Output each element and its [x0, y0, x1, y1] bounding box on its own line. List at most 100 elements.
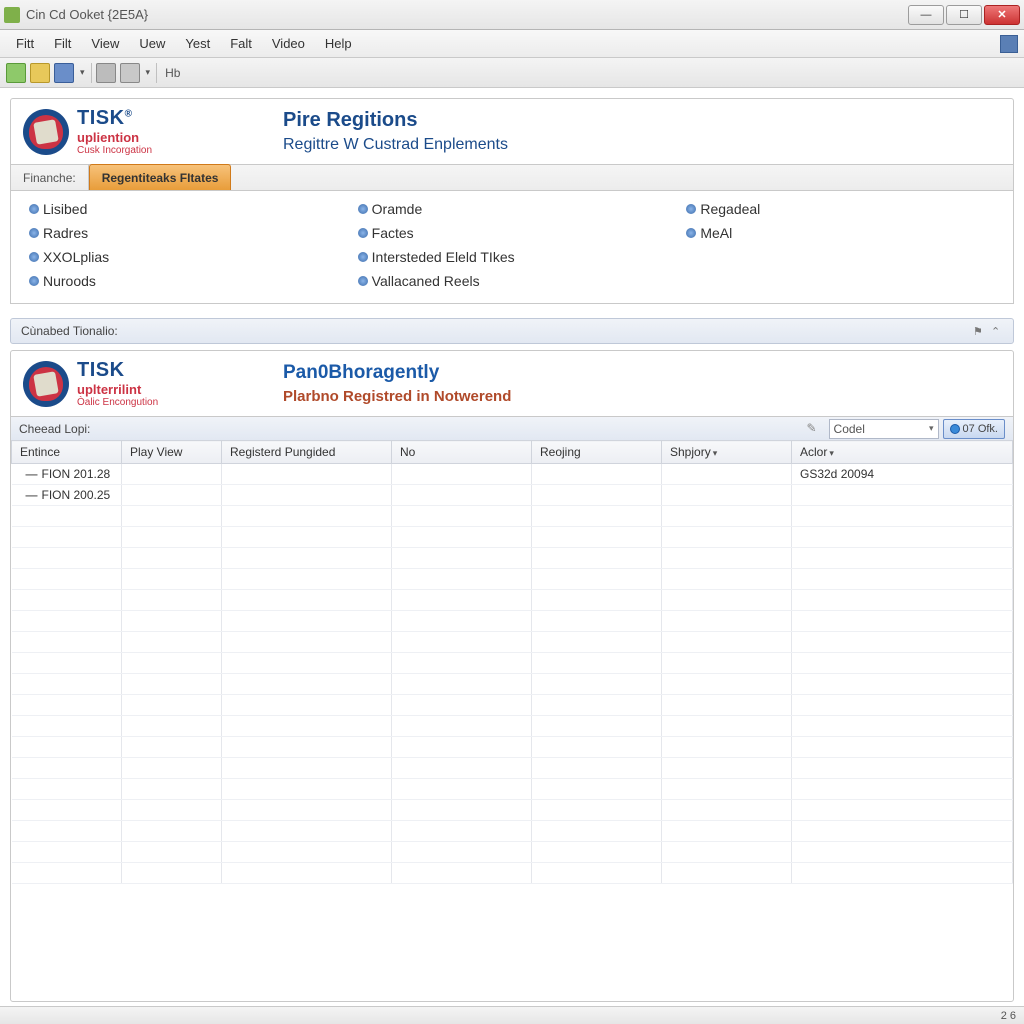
menu-yest[interactable]: Yest	[175, 32, 220, 55]
home-icon[interactable]	[6, 63, 26, 83]
menu-help[interactable]: Help	[315, 32, 362, 55]
col-reojing[interactable]: Reojing	[532, 441, 662, 464]
table-row-empty	[12, 716, 1013, 737]
link-label: Vallacaned Reels	[372, 273, 480, 289]
separator	[156, 63, 157, 83]
link-regadeal[interactable]: Regadeal	[686, 201, 995, 217]
bullet-icon	[358, 276, 368, 286]
link-xxolplias[interactable]: XXOLplias	[29, 249, 338, 265]
link-label: Radres	[43, 225, 88, 241]
table-header-row: Entince Play View Registerd Pungided No …	[12, 441, 1013, 464]
codel-dropdown[interactable]: Codel ▾	[829, 419, 939, 439]
brand-tagline: Òalic Encongution	[77, 397, 158, 408]
link-nuroods[interactable]: Nuroods	[29, 273, 338, 289]
bullet-icon	[686, 204, 696, 214]
info-icon	[950, 424, 960, 434]
close-button[interactable]: ✕	[984, 5, 1020, 25]
app-icon	[4, 7, 20, 23]
menu-filt[interactable]: Filt	[44, 32, 81, 55]
col-shpjory[interactable]: Shpjory▾	[662, 441, 792, 464]
col-play-view[interactable]: Play View	[122, 441, 222, 464]
panel-title: Pire Regitions	[283, 109, 1001, 132]
link-intersteded[interactable]: Intersteded Eleld TIkes	[358, 249, 667, 265]
bullet-icon	[686, 228, 696, 238]
bullet-icon	[358, 204, 368, 214]
link-oramde[interactable]: Oramde	[358, 201, 667, 217]
bullet-icon	[29, 276, 39, 286]
logo-block: TISK® upliention Cusk Incorgation	[23, 107, 273, 156]
menu-view[interactable]: View	[81, 32, 129, 55]
bullet-icon	[29, 252, 39, 262]
refresh-icon[interactable]	[120, 63, 140, 83]
tabs-row: Finanche: Regentiteaks FItates	[11, 164, 1013, 190]
link-meal[interactable]: MeAl	[686, 225, 995, 241]
logo-icon	[23, 109, 69, 155]
tree-toggle-icon[interactable]: —	[26, 467, 38, 481]
dropdown-arrow-icon[interactable]: ▾	[78, 67, 87, 78]
table-row[interactable]: —FION 201.28GS32d 20094	[12, 464, 1013, 485]
table-row-empty	[12, 527, 1013, 548]
link-lisibed[interactable]: Lisibed	[29, 201, 338, 217]
status-text: 2 6	[1001, 1010, 1016, 1022]
maximize-button[interactable]: ☐	[946, 5, 982, 25]
toolbar: ▾ ▾ Hb	[0, 58, 1024, 88]
bullet-icon	[358, 228, 368, 238]
col-label: Shpjory	[670, 445, 711, 459]
minimize-button[interactable]: —	[908, 5, 944, 25]
help-panel-icon[interactable]	[1000, 35, 1018, 53]
flag-icon[interactable]: ⚑	[973, 325, 985, 337]
menu-video[interactable]: Video	[262, 32, 315, 55]
upper-panel: TISK® upliention Cusk Incorgation Pire R…	[10, 98, 1014, 191]
info-button[interactable]: 07 Ofk.	[943, 419, 1005, 439]
toolbar-hb-label[interactable]: Hb	[161, 66, 184, 80]
tab-finanche[interactable]: Finanche:	[11, 165, 89, 190]
info-button-label: 07 Ofk.	[963, 423, 998, 435]
col-aclor[interactable]: Aclor▾	[792, 441, 1013, 464]
menu-fitt[interactable]: Fitt	[6, 32, 44, 55]
database-icon[interactable]	[54, 63, 74, 83]
brand-tagline: Cusk Incorgation	[77, 145, 152, 156]
links-col-3: Regadeal MeAl	[686, 201, 995, 289]
section-bar-label: Cùnabed Tionalio:	[21, 324, 118, 338]
brand-name: TISK	[77, 359, 158, 382]
table-row-empty	[12, 632, 1013, 653]
link-radres[interactable]: Radres	[29, 225, 338, 241]
table-row-empty	[12, 695, 1013, 716]
statusbar: 2 6	[0, 1006, 1024, 1024]
lower-panel-header: TISK uplterrilint Òalic Encongution Pan0…	[11, 351, 1013, 416]
menu-falt[interactable]: Falt	[220, 32, 262, 55]
panel-titles: Pan0Bhoragently Plarbno Registred in Not…	[273, 362, 1001, 405]
window-title: Cin Cd Ooket {2E5A}	[26, 7, 908, 22]
settings-icon[interactable]	[96, 63, 116, 83]
brand-name: TISK	[77, 107, 125, 129]
col-registerd[interactable]: Registerd Pungided	[222, 441, 392, 464]
edit-icon[interactable]: ✎	[807, 421, 823, 437]
bullet-icon	[29, 204, 39, 214]
link-label: Regadeal	[700, 201, 760, 217]
codel-placeholder: Codel	[834, 422, 865, 436]
tree-toggle-icon[interactable]: —	[26, 488, 38, 502]
app-window: Cin Cd Ooket {2E5A} — ☐ ✕ Fitt Filt View…	[0, 0, 1024, 1024]
link-label: XXOLplias	[43, 249, 109, 265]
section-bar[interactable]: Cùnabed Tionalio: ⚑ ⌃	[10, 318, 1014, 344]
links-col-2: Oramde Factes Intersteded Eleld TIkes Va…	[358, 201, 667, 289]
titlebar[interactable]: Cin Cd Ooket {2E5A} — ☐ ✕	[0, 0, 1024, 30]
menu-uew[interactable]: Uew	[129, 32, 175, 55]
table-row-empty	[12, 821, 1013, 842]
col-entince[interactable]: Entince	[12, 441, 122, 464]
table-row[interactable]: —FION 200.25	[12, 485, 1013, 506]
panel-title: Pan0Bhoragently	[283, 362, 1001, 384]
table-row-empty	[12, 674, 1013, 695]
logo-text: TISK uplterrilint Òalic Encongution	[77, 359, 158, 408]
link-factes[interactable]: Factes	[358, 225, 667, 241]
dropdown-arrow-icon[interactable]: ▾	[144, 67, 153, 78]
panel-subtitle: Plarbno Registred in Notwerend	[283, 388, 1001, 405]
table-row-empty	[12, 758, 1013, 779]
collapse-icon[interactable]: ⌃	[991, 325, 1003, 337]
link-vallacaned[interactable]: Vallacaned Reels	[358, 273, 667, 289]
tab-regentiteaks[interactable]: Regentiteaks FItates	[89, 164, 232, 190]
table-row-empty	[12, 548, 1013, 569]
col-no[interactable]: No	[392, 441, 532, 464]
open-icon[interactable]	[30, 63, 50, 83]
menubar: Fitt Filt View Uew Yest Falt Video Help	[0, 30, 1024, 58]
